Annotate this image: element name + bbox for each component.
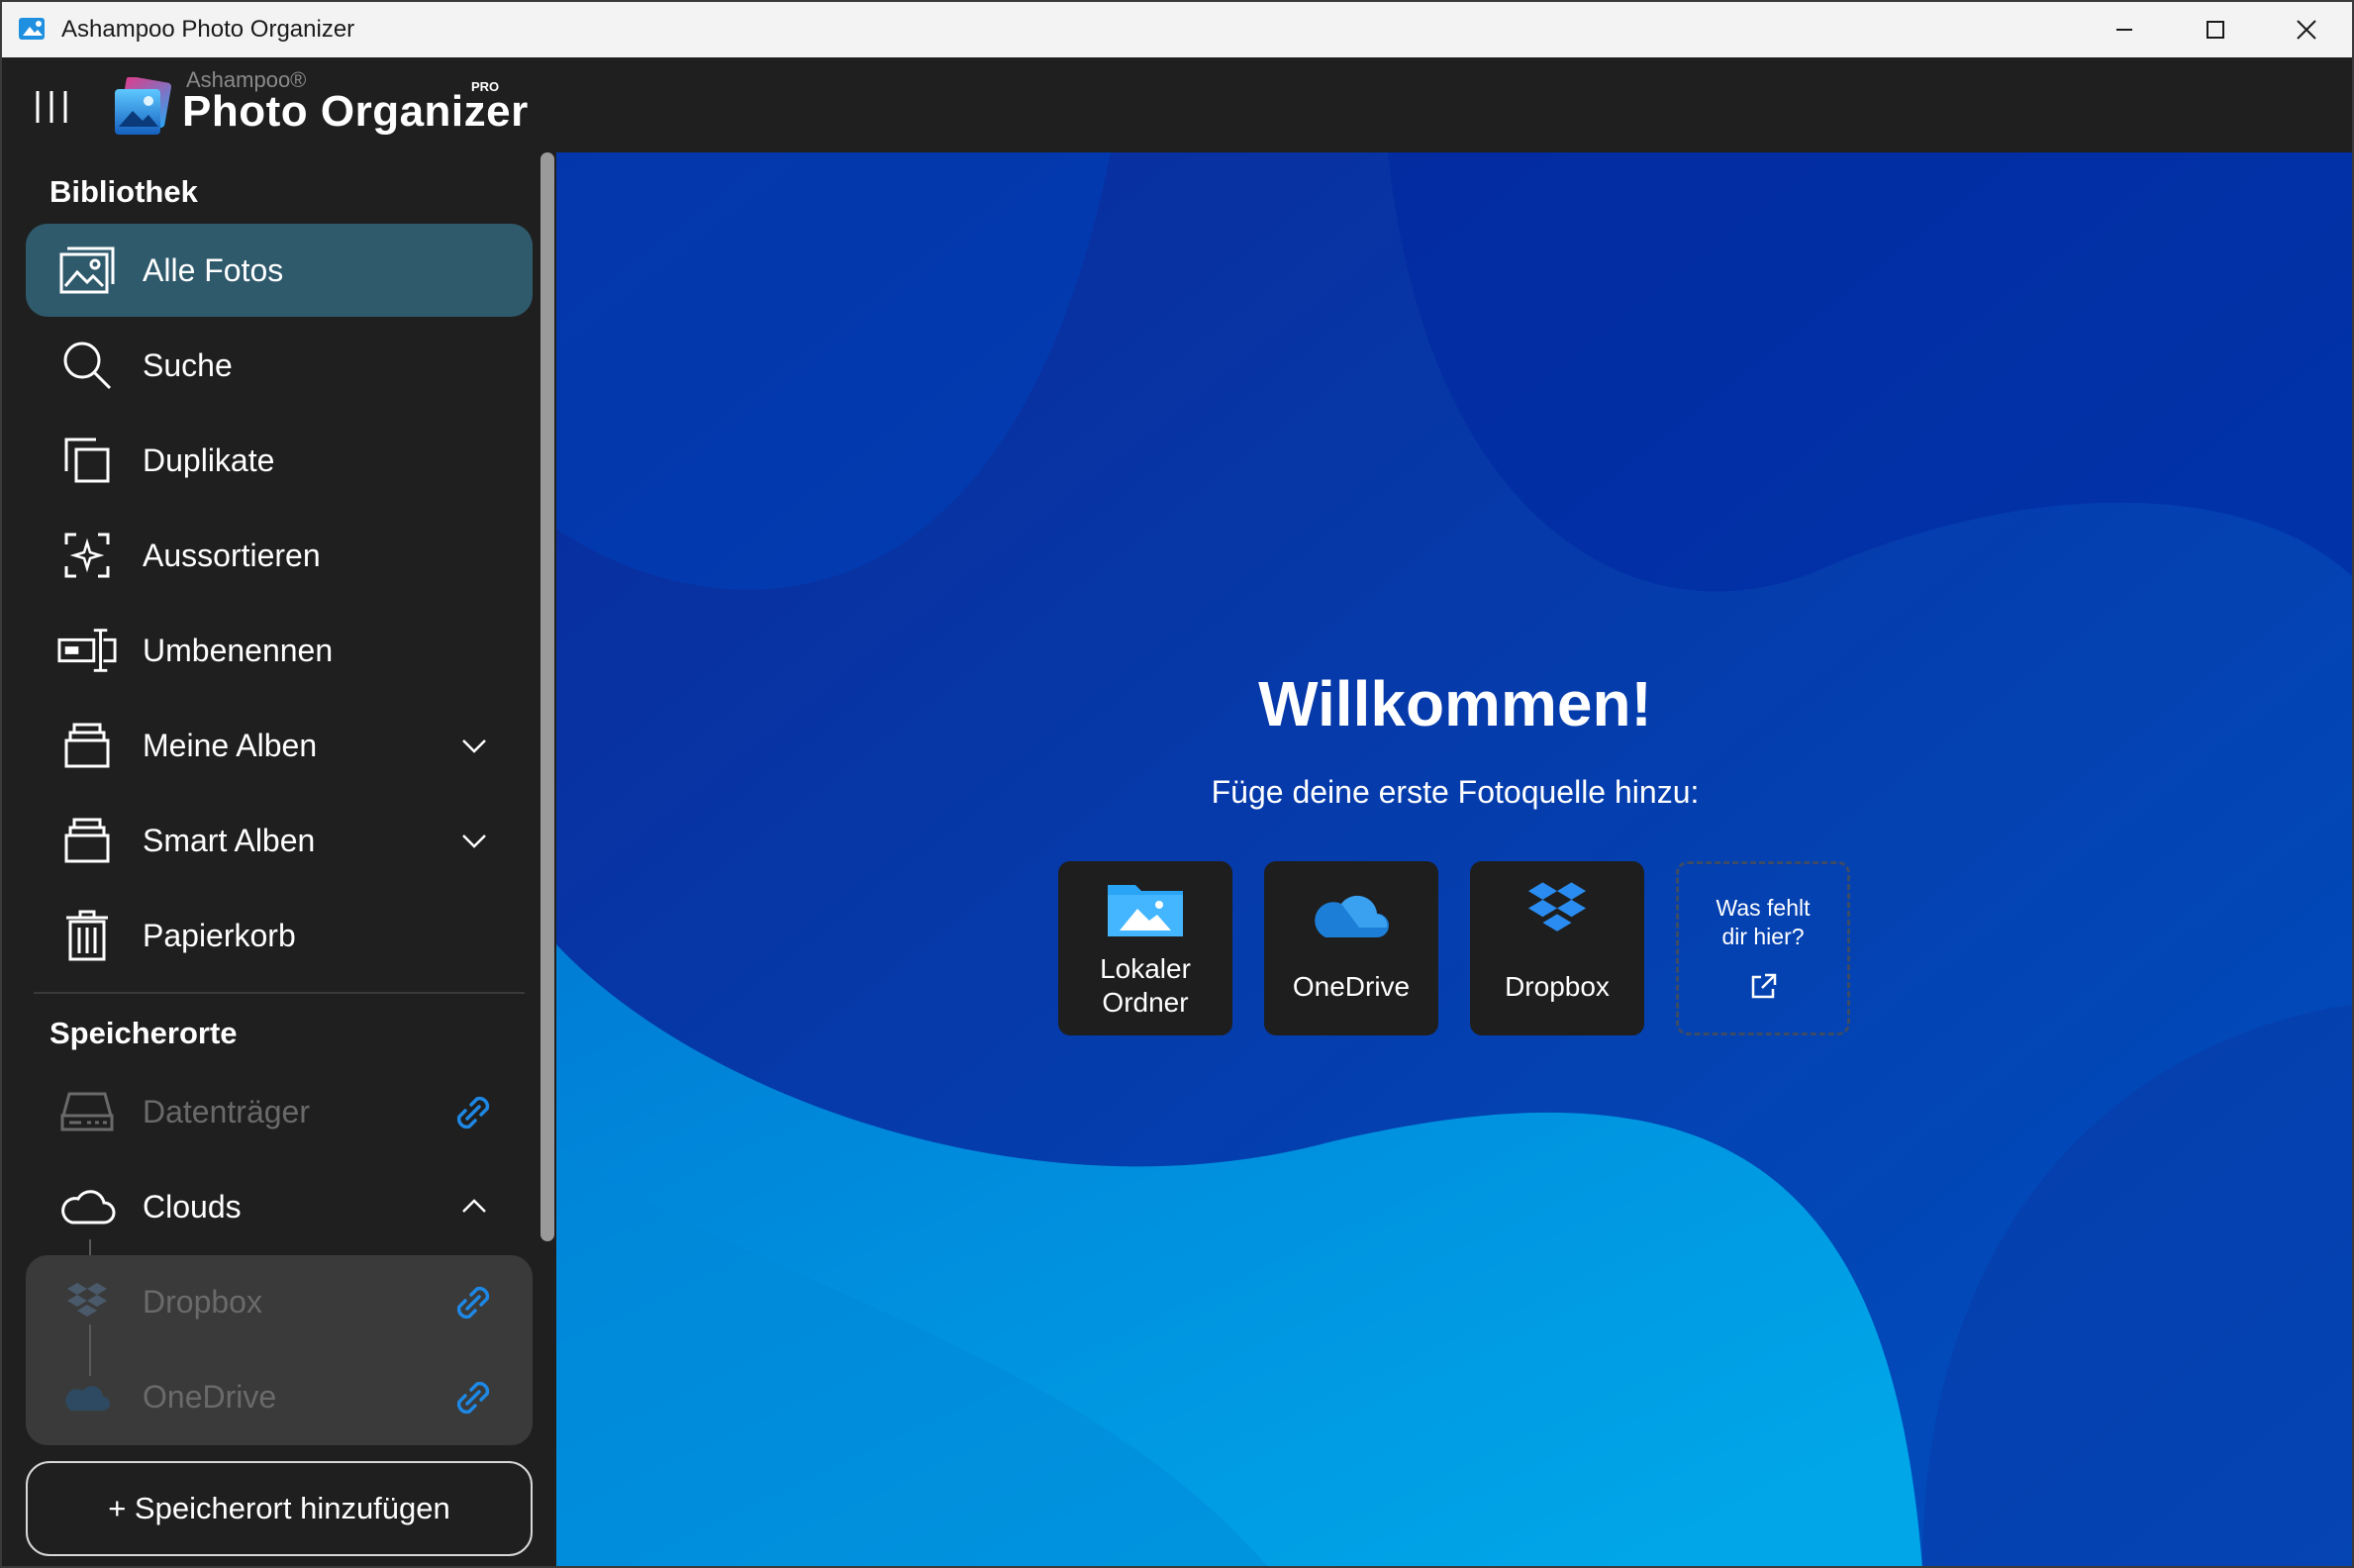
welcome-title: Willkommen! xyxy=(1258,668,1652,739)
rename-icon xyxy=(57,621,117,680)
nav-item-alle-fotos[interactable]: Alle Fotos xyxy=(26,224,533,317)
nav-item-label: Umbenennen xyxy=(143,632,334,668)
dropbox-icon xyxy=(57,1272,117,1331)
chevron-down-icon[interactable] xyxy=(459,826,489,855)
nav-item-label: Dropbox xyxy=(143,1283,262,1320)
brand-product: Photo Organizer xyxy=(182,87,529,136)
nav-item-umbenennen[interactable]: Umbenennen xyxy=(26,604,533,697)
window-title: Ashampoo Photo Organizer xyxy=(61,16,355,43)
nav-item-label: Duplikate xyxy=(143,441,275,478)
tile-label-line1: Was fehlt xyxy=(1716,895,1811,921)
minimize-button[interactable] xyxy=(2079,2,2170,57)
search-icon xyxy=(57,336,117,395)
link-icon[interactable] xyxy=(451,1376,495,1420)
nav-item-label: Suche xyxy=(143,346,233,383)
album-stack-icon xyxy=(57,811,117,870)
dropbox-tile[interactable]: Dropbox xyxy=(1470,861,1644,1035)
close-button[interactable] xyxy=(2261,2,2352,57)
welcome-subtitle: Füge deine erste Fotoquelle hinzu: xyxy=(1211,774,1700,810)
chevron-down-icon[interactable] xyxy=(459,731,489,760)
app-icon xyxy=(19,18,45,40)
onedrive-tile[interactable]: OneDrive xyxy=(1264,861,1438,1035)
app-logo-icon xyxy=(115,77,172,135)
nav-item-label: Smart Alben xyxy=(143,822,316,858)
onedrive-icon xyxy=(57,1367,117,1426)
nav-item-label: Alle Fotos xyxy=(143,251,284,288)
nav-item-dropbox[interactable]: Dropbox xyxy=(26,1255,533,1348)
tile-label-line2: Ordner xyxy=(1102,987,1189,1018)
welcome-panel: Willkommen! Füge deine erste Fotoquelle … xyxy=(556,152,2354,1568)
add-location-button[interactable]: + Speicherort hinzufügen xyxy=(26,1461,533,1556)
trash-icon xyxy=(57,906,117,965)
nav-item-suche[interactable]: Suche xyxy=(26,319,533,412)
local-folder-tile[interactable]: Lokaler Ordner xyxy=(1058,861,1232,1035)
duplicates-icon xyxy=(57,431,117,490)
nav-item-label: Datenträger xyxy=(143,1093,310,1129)
nav-item-aussortieren[interactable]: Aussortieren xyxy=(26,509,533,602)
minimize-icon xyxy=(2116,29,2132,31)
tile-label-line1: Lokaler xyxy=(1100,953,1191,984)
brand-edition-badge: PRO xyxy=(471,79,500,94)
sidebar: Bibliothek Alle Fotos Suche Duplikate Au… xyxy=(0,152,556,1568)
cloud-accounts-group: Dropbox OneDrive xyxy=(26,1255,533,1445)
sparkle-frame-icon xyxy=(57,526,117,585)
background-waves xyxy=(556,152,2352,1566)
library-section-title: Bibliothek xyxy=(49,174,198,209)
nav-item-label: Clouds xyxy=(143,1188,242,1225)
tile-label: Dropbox xyxy=(1505,971,1610,1002)
nav-item-papierkorb[interactable]: Papierkorb xyxy=(26,889,533,982)
folder-image-icon xyxy=(1108,885,1183,936)
nav-item-onedrive[interactable]: OneDrive xyxy=(26,1350,533,1443)
nav-item-clouds[interactable]: Clouds xyxy=(26,1160,533,1253)
image-gallery-icon xyxy=(57,241,117,300)
locations-section-title: Speicherorte xyxy=(49,1016,238,1050)
menu-toggle-icon[interactable] xyxy=(32,87,71,127)
nav-item-datentraeger[interactable]: Datenträger xyxy=(26,1065,533,1158)
maximize-icon xyxy=(2207,21,2224,39)
nav-item-label: Meine Alben xyxy=(143,727,318,763)
onedrive-icon xyxy=(1315,895,1389,937)
nav-item-smart-alben[interactable]: Smart Alben xyxy=(26,794,533,887)
cloud-icon xyxy=(57,1177,117,1236)
title-bar: Ashampoo Photo Organizer xyxy=(0,0,2354,57)
dropbox-icon xyxy=(1527,882,1587,931)
app-header: Ashampoo® Photo Organizer PRO xyxy=(0,57,2354,152)
link-icon[interactable] xyxy=(451,1281,495,1324)
tile-label-line2: dir hier? xyxy=(1721,924,1805,949)
nav-item-label: OneDrive xyxy=(143,1378,277,1415)
nav-item-duplikate[interactable]: Duplikate xyxy=(26,414,533,507)
sidebar-scrollbar[interactable] xyxy=(540,152,554,1241)
nav-item-label: Papierkorb xyxy=(143,917,296,953)
tile-label: OneDrive xyxy=(1292,971,1411,1002)
maximize-button[interactable] xyxy=(2170,2,2261,57)
nav-item-label: Aussortieren xyxy=(143,537,321,573)
close-icon xyxy=(2297,20,2316,40)
sidebar-divider xyxy=(34,992,525,994)
album-stack-icon xyxy=(57,716,117,775)
external-link-icon xyxy=(1751,973,1777,999)
source-tiles: Lokaler Ordner OneDrive Dropbox Was fehl… xyxy=(1058,861,1850,1035)
nav-item-meine-alben[interactable]: Meine Alben xyxy=(26,699,533,792)
missing-source-feedback-tile[interactable]: Was fehlt dir hier? xyxy=(1676,861,1850,1035)
link-icon[interactable] xyxy=(451,1091,495,1134)
drive-icon xyxy=(57,1082,117,1141)
chevron-up-icon[interactable] xyxy=(459,1192,489,1222)
